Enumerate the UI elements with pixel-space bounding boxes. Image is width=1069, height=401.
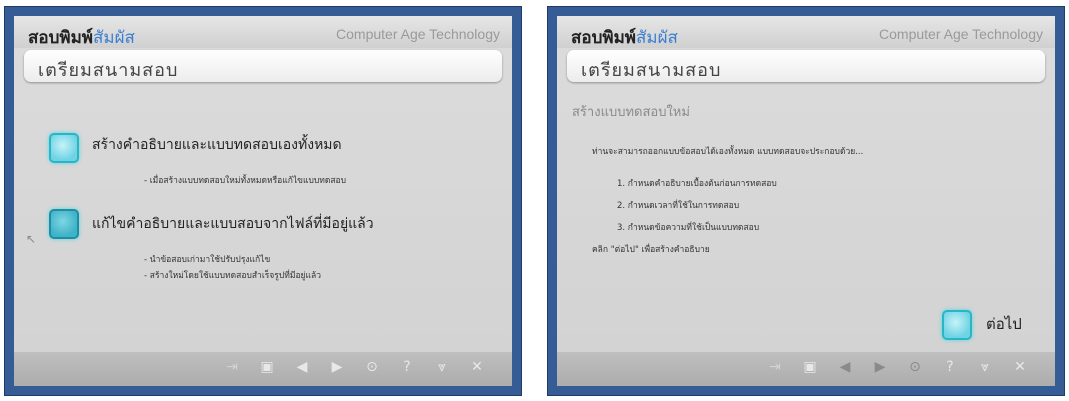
page-title-bar: เตรียมสนามสอบ [24, 50, 502, 82]
minimize-icon[interactable]: ⩔ [974, 359, 996, 379]
settings-icon[interactable]: ⊙ [361, 359, 383, 379]
forward-icon[interactable]: ▶ [869, 359, 891, 379]
page-title: เตรียมสนามสอบ [581, 60, 722, 81]
create-new-bullet: - เมื่อสร้างแบบทดสอบใหม่ทั้งหมดหรือแก้ไข… [144, 176, 347, 186]
exit-icon[interactable]: ⇥ [764, 359, 786, 379]
page-title-bar: เตรียมสนามสอบ [567, 50, 1045, 82]
close-icon[interactable]: ✕ [1009, 359, 1031, 379]
brand-accent: สัมผัส [636, 28, 678, 48]
settings-icon[interactable]: ⊙ [904, 359, 926, 379]
step-item-3: 3. กำหนดข้อความที่ใช้เป็นแบบทดสอบ [617, 223, 760, 233]
step-item-1: 1. กำหนดคำอธิบายเบื้องต้นก่อนการทดสอบ [617, 179, 777, 189]
next-button[interactable] [942, 310, 972, 340]
app-header: สอบพิมพ์สัมผัส Computer Age Technology [557, 16, 1055, 48]
help-icon[interactable]: ? [396, 359, 418, 379]
page-title: เตรียมสนามสอบ [38, 60, 179, 81]
app-header: สอบพิมพ์สัมผัส Computer Age Technology [14, 16, 512, 48]
app-panel: สอบพิมพ์สัมผัส Computer Age Technology เ… [14, 16, 512, 386]
steps-list: 1. กำหนดคำอธิบายเบื้องต้นก่อนการทดสอบ 2.… [617, 176, 777, 242]
edit-existing-bullet-2: - สร้างใหม่โดยใช้แบบทดสอบสำเร็จรูปที่มีอ… [144, 271, 321, 281]
bottom-toolbar: ⇥ ▣ ◀ ▶ ⊙ ? ⩔ ✕ [557, 352, 1055, 386]
company-name: Computer Age Technology [879, 26, 1043, 42]
window-frame-right: สอบพิมพ์สัมผัส Computer Age Technology เ… [547, 6, 1065, 396]
mouse-cursor-icon: ↖ [26, 232, 37, 246]
back-icon[interactable]: ◀ [834, 359, 856, 379]
edit-existing-option-button[interactable] [49, 209, 79, 239]
create-new-option-label[interactable]: สร้างคำอธิบายและแบบทดสอบเองทั้งหมด [92, 134, 342, 156]
forward-icon[interactable]: ▶ [326, 359, 348, 379]
company-name: Computer Age Technology [336, 26, 500, 42]
bottom-toolbar: ⇥ ▣ ◀ ▶ ⊙ ? ⩔ ✕ [14, 352, 512, 386]
create-new-option-button[interactable] [49, 133, 79, 163]
section-title: สร้างแบบทดสอบใหม่ [572, 105, 690, 120]
save-icon[interactable]: ▣ [256, 359, 278, 379]
minimize-icon[interactable]: ⩔ [431, 359, 453, 379]
hint-text: คลิก "ต่อไป" เพื่อสร้างคำอธิบาย [592, 245, 710, 255]
brand-main: สอบพิมพ์ [571, 28, 636, 48]
close-icon[interactable]: ✕ [466, 359, 488, 379]
back-icon[interactable]: ◀ [291, 359, 313, 379]
app-logo: สอบพิมพ์สัมผัส [28, 24, 135, 51]
edit-existing-option-label[interactable]: แก้ไขคำอธิบายและแบบสอบจากไฟล์ที่มีอยู่แล… [92, 213, 374, 235]
window-frame-left: สอบพิมพ์สัมผัส Computer Age Technology เ… [4, 6, 522, 396]
next-label[interactable]: ต่อไป [986, 312, 1022, 336]
intro-text: ท่านจะสามารถออกแบบข้อสอบได้เองทั้งหมด แบ… [592, 147, 864, 157]
app-logo: สอบพิมพ์สัมผัส [571, 24, 678, 51]
edit-existing-bullet-1: - นำข้อสอบเก่ามาใช้ปรับปรุงแก้ไข [144, 255, 271, 265]
step-item-2: 2. กำหนดเวลาที่ใช้ในการทดสอบ [617, 201, 740, 211]
help-icon[interactable]: ? [939, 359, 961, 379]
exit-icon[interactable]: ⇥ [221, 359, 243, 379]
save-icon[interactable]: ▣ [799, 359, 821, 379]
app-panel: สอบพิมพ์สัมผัส Computer Age Technology เ… [557, 16, 1055, 386]
brand-main: สอบพิมพ์ [28, 28, 93, 48]
brand-accent: สัมผัส [93, 28, 135, 48]
